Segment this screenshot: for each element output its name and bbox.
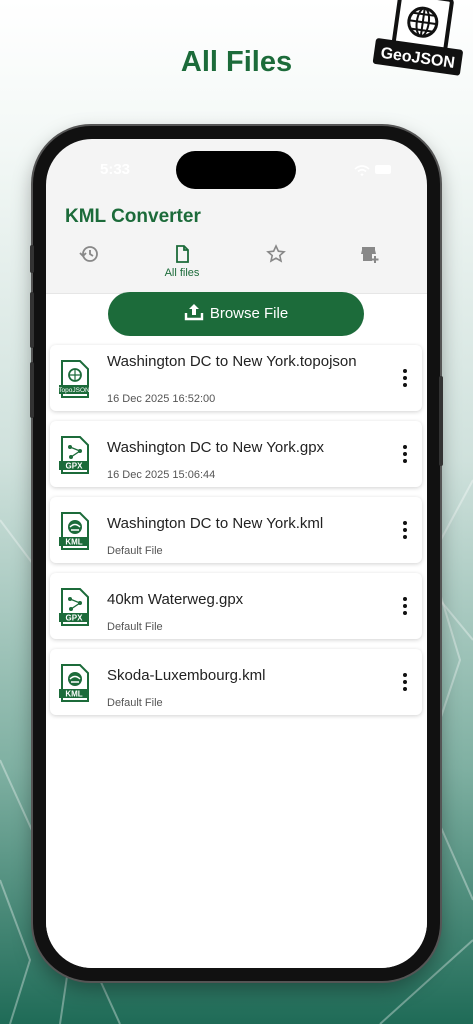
more-options-icon[interactable] <box>402 597 408 617</box>
svg-text:KML: KML <box>65 538 82 547</box>
file-list-item[interactable]: KML Washington DC to New York.kml Defaul… <box>50 497 422 563</box>
side-button <box>30 245 34 273</box>
file-icon <box>176 245 189 263</box>
more-options-icon[interactable] <box>402 673 408 693</box>
kml-file-icon: KML <box>59 664 89 702</box>
tab-store[interactable] <box>335 238 405 294</box>
more-options-icon[interactable] <box>402 521 408 541</box>
file-list-item[interactable]: GPX Washington DC to New York.gpx 16 Dec… <box>50 421 422 487</box>
history-icon <box>79 246 98 262</box>
file-name: Washington DC to New York.kml <box>107 515 324 532</box>
svg-text:TopoJSON: TopoJSON <box>58 387 90 394</box>
file-meta: Default File <box>107 545 163 557</box>
side-button <box>439 376 443 466</box>
file-meta: Default File <box>107 621 163 633</box>
more-options-icon[interactable] <box>402 445 408 465</box>
app-title: KML Converter <box>65 206 201 227</box>
store-add-icon <box>361 247 379 263</box>
status-icons <box>354 165 391 177</box>
app-screen: 5:33 KML Converter All files Browse File… <box>46 139 427 968</box>
status-bar: 5:33 <box>46 139 427 199</box>
file-name: Skoda-Luxembourg.kml <box>107 667 266 684</box>
browse-file-label: Browse File <box>209 305 289 322</box>
dynamic-island <box>176 151 296 189</box>
browse-file-button[interactable]: Browse File <box>108 292 364 336</box>
side-button <box>30 362 34 418</box>
file-meta: Default File <box>107 697 163 709</box>
file-name: Washington DC to New York.gpx <box>107 439 325 456</box>
file-list-item[interactable]: TopoJSON Washington DC to New York.topoj… <box>50 345 422 411</box>
gpx-file-icon: GPX <box>59 436 89 474</box>
upload-icon <box>184 304 204 321</box>
svg-text:GPX: GPX <box>66 462 84 471</box>
svg-text:GPX: GPX <box>66 614 84 623</box>
file-date: 16 Dec 2025 15:06:44 <box>107 469 216 481</box>
tab-all-files-label: All files <box>164 267 200 279</box>
topojson-file-icon: TopoJSON <box>58 360 90 398</box>
geojson-badge-icon: GeoJSON <box>372 0 463 76</box>
tab-all-files[interactable]: All files <box>147 238 217 294</box>
tab-history[interactable] <box>54 238 124 294</box>
more-options-icon[interactable] <box>402 369 408 389</box>
tab-favorites[interactable] <box>241 238 311 294</box>
tab-bar: All files <box>46 238 427 294</box>
kml-file-icon: KML <box>59 512 89 550</box>
file-name: 40km Waterweg.gpx <box>107 591 244 608</box>
status-time: 5:33 <box>100 161 131 178</box>
file-list-item[interactable]: KML Skoda-Luxembourg.kml Default File <box>50 649 422 715</box>
file-list-item[interactable]: GPX 40km Waterweg.gpx Default File <box>50 573 422 639</box>
gpx-file-icon: GPX <box>59 588 89 626</box>
file-list-area: Browse File TopoJSON Washington DC to Ne… <box>46 292 427 968</box>
file-name: Washington DC to New York.topojson <box>107 353 357 370</box>
star-icon <box>266 244 286 263</box>
svg-text:KML: KML <box>65 690 82 699</box>
side-button <box>30 292 34 348</box>
file-date: 16 Dec 2025 16:52:00 <box>107 393 216 405</box>
